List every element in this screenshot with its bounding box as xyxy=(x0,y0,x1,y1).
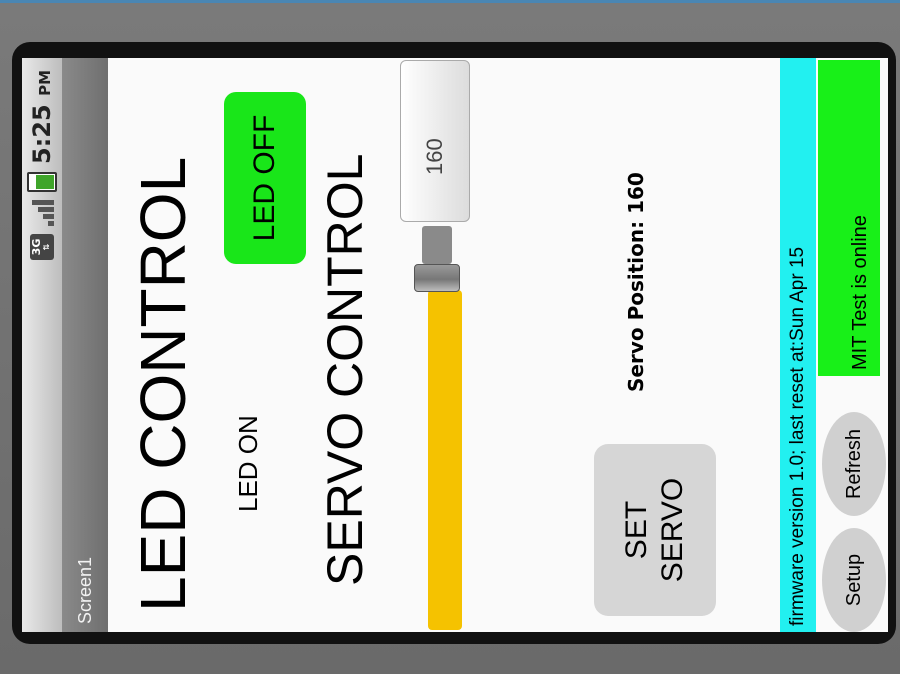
servo-position-label: Servo Position: 160 xyxy=(624,172,648,392)
main-content: LED CONTROL LED ON LED OFF SERVO CONTROL… xyxy=(108,58,888,632)
title-bar: Screen1 xyxy=(62,58,108,632)
servo-slider[interactable] xyxy=(386,226,476,630)
led-control-heading: LED CONTROL xyxy=(127,156,199,612)
set-servo-button[interactable]: SET SERVO xyxy=(594,444,716,616)
led-status-label: LED ON xyxy=(233,415,263,512)
signal-icon xyxy=(30,199,54,226)
clock-ampm: PM xyxy=(36,70,54,96)
slider-thumb[interactable] xyxy=(414,264,460,292)
network-label: 3G xyxy=(30,238,43,256)
servo-value-input[interactable] xyxy=(400,60,470,222)
online-status-badge: MIT Test is online xyxy=(818,60,880,376)
status-bar: 3G ⇅ 5:25 PM xyxy=(22,58,63,632)
slider-fill xyxy=(428,290,462,630)
bottom-row: Setup Refresh MIT Test is online xyxy=(818,58,886,632)
slider-end-cap xyxy=(422,226,452,264)
firmware-text: firmware version 1.0; last reset at:Sun … xyxy=(787,246,808,626)
firmware-info-bar: firmware version 1.0; last reset at:Sun … xyxy=(780,58,816,632)
app-screen: 3G ⇅ 5:25 PM Screen1 LED CONTROL LED ON … xyxy=(22,58,888,632)
device-screen: 3G ⇅ 5:25 PM Screen1 LED CONTROL LED ON … xyxy=(22,58,888,632)
data-arrows-icon: ⇅ xyxy=(42,243,51,251)
servo-control-heading: SERVO CONTROL xyxy=(317,153,373,587)
online-status-text: MIT Test is online xyxy=(849,215,871,370)
status-time: 5:25 PM xyxy=(28,70,56,164)
screen-title: Screen1 xyxy=(74,556,95,624)
setup-button[interactable]: Setup xyxy=(822,528,886,632)
network-3g-icon: 3G ⇅ xyxy=(30,233,54,260)
status-icons: 3G ⇅ 5:25 PM xyxy=(27,70,57,260)
clock-time: 5:25 xyxy=(28,104,56,164)
battery-icon xyxy=(27,171,57,192)
refresh-button[interactable]: Refresh xyxy=(822,412,886,516)
led-toggle-button[interactable]: LED OFF xyxy=(224,92,306,264)
